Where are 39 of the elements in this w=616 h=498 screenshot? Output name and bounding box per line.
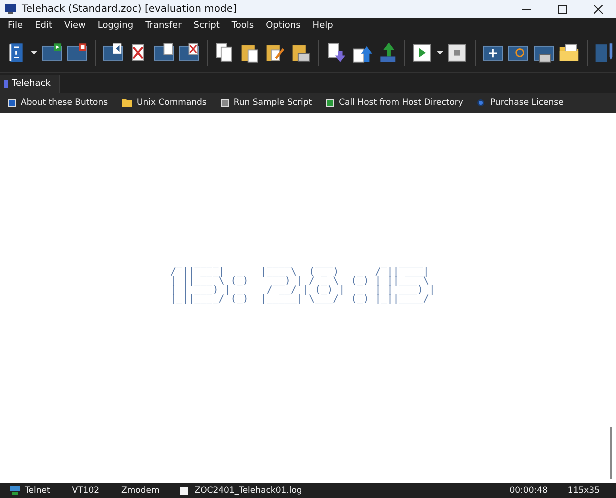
checkbox-icon	[180, 486, 188, 494]
quick-button[interactable]: Call Host from Host Directory	[326, 98, 464, 108]
square-icon	[8, 99, 16, 107]
folder-icon	[122, 99, 132, 107]
quick-button[interactable]: Purchase License	[477, 98, 564, 108]
menu-item[interactable]: Script	[188, 21, 226, 31]
window-title: Telehack (Standard.zoc) [evaluation mode]	[22, 4, 238, 14]
tab-marker-icon	[4, 80, 8, 88]
caret-icon[interactable]	[31, 50, 38, 56]
scrollbar-thumb[interactable]	[610, 427, 612, 479]
network-icon	[10, 486, 20, 495]
menu-item[interactable]: File	[2, 21, 30, 31]
elapsed-time: 00:00:48	[510, 486, 548, 496]
menu-item[interactable]: Tools	[226, 21, 260, 31]
caret-icon[interactable]	[436, 50, 444, 56]
quick-button[interactable]: Unix Commands	[122, 98, 207, 108]
play-icon[interactable]	[411, 41, 434, 65]
menu-item[interactable]: Options	[260, 21, 307, 31]
protocol-label: Telnet	[25, 486, 50, 496]
square-icon	[220, 99, 229, 107]
radio-icon	[477, 99, 486, 107]
stop-icon[interactable]	[446, 41, 469, 65]
quick-button[interactable]: Run Sample Script	[220, 98, 312, 108]
menu-item[interactable]: Edit	[29, 21, 58, 31]
terminal-size: 115x35	[568, 486, 600, 496]
emulation-label: VT102	[72, 486, 100, 496]
monitor-icon	[5, 4, 16, 14]
maximize-icon[interactable]	[558, 4, 566, 14]
transfer-label: Zmodem	[122, 486, 160, 496]
session-tab[interactable]: Telehack	[0, 75, 60, 93]
menu-item[interactable]: Help	[306, 21, 340, 31]
ascii-clock: _ ____ ____ ___ _ ____ / || ___| _ |___ \ ( _ ) _ / || ___| | ||___ \ (_) __) | / _ \ (_) | ||___ \ | | ___) | _ / __/ | (_) | _ | | ___) | |_||____/ (_) |_____| \___/ (_) |_||____/	[170, 258, 436, 304]
menu-item[interactable]: Logging	[92, 21, 140, 31]
log-file-label: ZOC2401_Telehack01.log	[194, 486, 302, 496]
menu-item[interactable]: View	[58, 21, 92, 31]
quick-button[interactable]: About these Buttons	[8, 98, 108, 108]
close-icon[interactable]	[594, 4, 602, 14]
square-icon	[326, 99, 334, 107]
menu-item[interactable]: Transfer	[140, 21, 188, 31]
